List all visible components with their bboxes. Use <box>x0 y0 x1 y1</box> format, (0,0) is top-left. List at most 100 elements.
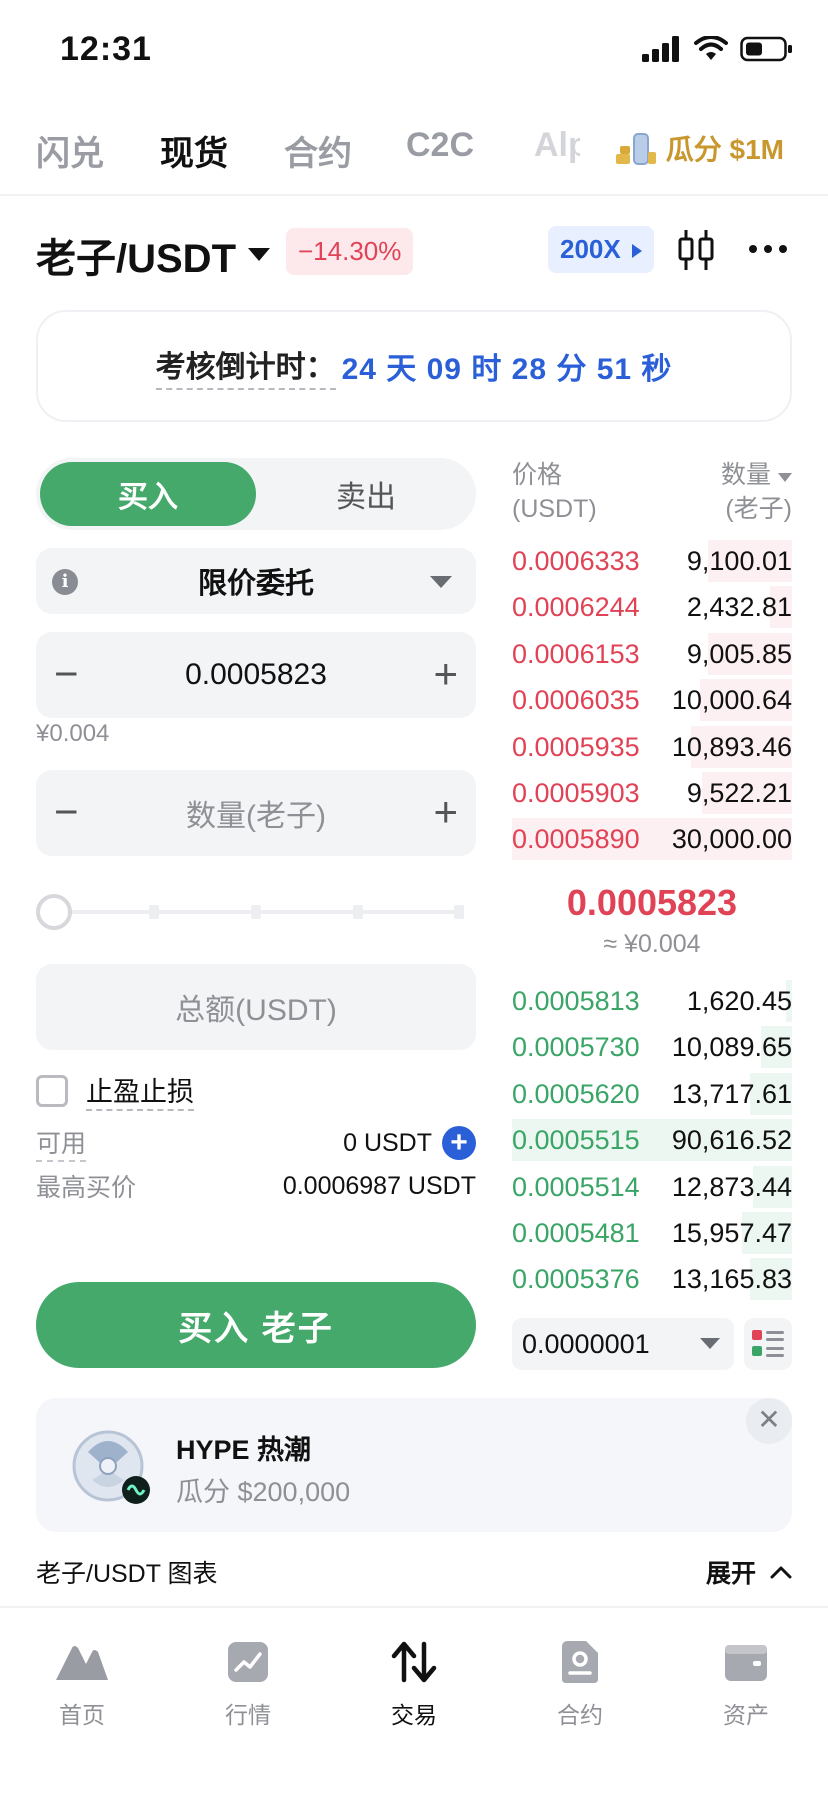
last-price: 0.0005823 <box>566 882 738 923</box>
promo-label: 瓜分 $1M <box>665 134 784 165</box>
leverage-label: 200X <box>560 234 621 264</box>
slider-handle[interactable] <box>36 894 72 930</box>
ask-row[interactable]: 0.0005935 10,893.46 <box>512 724 792 770</box>
orderbook-qty-header[interactable]: 数量 (老子) <box>721 458 792 526</box>
wifi-icon <box>694 36 728 60</box>
bid-row[interactable]: 0.0005515 90,616.52 <box>512 1117 792 1163</box>
precision-value: 0.0000001 <box>522 1328 650 1359</box>
bid-row[interactable]: 0.0005481 15,957.47 <box>512 1210 792 1256</box>
ask-row[interactable]: 0.0006035 10,000.64 <box>512 677 792 723</box>
bid-price: 0.0005620 <box>512 1078 640 1109</box>
nav-home-label: 首页 <box>59 1702 105 1728</box>
price-stepper[interactable]: − 0.0005823 + <box>36 632 476 718</box>
bid-row[interactable]: 0.0005376 13,165.83 <box>512 1256 792 1302</box>
nav-assets-label: 资产 <box>723 1702 769 1728</box>
countdown-label[interactable]: 考核倒计时： <box>155 342 336 390</box>
top-tabs: 闪兑 现货 合约 C2C Alp 瓜分 $1M <box>0 110 828 196</box>
tpsl-checkbox[interactable] <box>36 1074 68 1107</box>
assessment-countdown: 考核倒计时： 24 天 09 时 28 分 51 秒 <box>36 310 792 422</box>
ask-row[interactable]: 0.0006333 9,100.01 <box>512 538 792 584</box>
buy-submit-button[interactable]: 买入 老子 <box>36 1282 476 1368</box>
available-label: 可用 <box>36 1124 87 1162</box>
ask-quantity: 2,432.81 <box>686 592 792 623</box>
nav-trade[interactable]: 交易 <box>354 1634 474 1730</box>
tab-c2c[interactable]: C2C <box>406 126 474 165</box>
wallet-icon <box>725 1645 767 1681</box>
bid-quantity: 13,717.61 <box>671 1078 792 1109</box>
ask-row[interactable]: 0.0005903 9,522.21 <box>512 770 792 816</box>
slider-tick <box>454 905 464 919</box>
status-time: 12:31 <box>60 30 152 68</box>
bid-row[interactable]: 0.0005514 12,873.44 <box>512 1164 792 1210</box>
leverage-button[interactable]: 200X <box>548 226 654 273</box>
quantity-increment-button[interactable]: + <box>433 788 458 836</box>
ask-quantity: 9,522.21 <box>686 778 792 808</box>
deposit-plus-icon[interactable]: + <box>442 1126 476 1160</box>
qty-header-unit: (老子) <box>725 495 792 523</box>
order-type-select[interactable]: i 限价委托 <box>36 548 476 614</box>
tpsl-label: 止盈止损 <box>86 1070 194 1111</box>
ask-row[interactable]: 0.0006244 2,432.81 <box>512 584 792 630</box>
orderbook-layout-button[interactable] <box>744 1318 792 1370</box>
nav-market[interactable]: 行情 <box>188 1634 308 1730</box>
quantity-decrement-button[interactable]: − <box>54 788 79 836</box>
tab-swap[interactable]: 闪兑 <box>36 126 104 175</box>
nav-assets[interactable]: 资产 <box>686 1634 806 1730</box>
price-cny-value: ¥0.004 <box>36 720 110 747</box>
ask-quantity: 9,100.01 <box>686 546 792 576</box>
expand-button[interactable]: 展开 <box>706 1554 792 1590</box>
chart-section-header[interactable]: 老子/USDT 图表 展开 <box>36 1554 792 1590</box>
status-bar: 12:31 <box>0 0 828 100</box>
precision-select[interactable]: 0.0000001 <box>512 1318 734 1370</box>
slider-tick <box>353 905 363 919</box>
bid-price: 0.0005813 <box>512 986 640 1016</box>
ask-row[interactable]: 0.0005890 30,000.00 <box>512 816 792 862</box>
banner-title: HYPE 热潮 <box>176 1435 312 1465</box>
nav-home[interactable]: 首页 <box>22 1634 142 1730</box>
buy-tab[interactable]: 买入 <box>40 462 256 526</box>
total-input[interactable]: 总额(USDT) <box>36 964 476 1050</box>
countdown-value: 24 天 09 时 28 分 51 秒 <box>341 353 673 386</box>
nav-futures[interactable]: 合约 <box>520 1634 640 1730</box>
bid-price: 0.0005515 <box>512 1125 640 1156</box>
price-change-badge: −14.30% <box>286 228 414 275</box>
bid-row[interactable]: 0.0005620 13,717.61 <box>512 1071 792 1117</box>
bid-row[interactable]: 0.0005813 1,620.45 <box>512 978 792 1024</box>
info-icon[interactable]: i <box>52 569 78 595</box>
buy-sell-toggle: 买入 卖出 <box>36 458 476 530</box>
bid-price: 0.0005376 <box>512 1264 640 1295</box>
more-icon[interactable] <box>748 244 788 254</box>
available-row: 可用 0 USDT + <box>36 1124 476 1162</box>
expand-label: 展开 <box>705 1560 756 1588</box>
quantity-input[interactable]: 数量(老子) <box>186 791 326 835</box>
nav-trade-label: 交易 <box>391 1702 437 1728</box>
promo-link[interactable]: 瓜分 $1M <box>614 128 784 168</box>
max-buy-label: 最高买价 <box>36 1174 137 1202</box>
close-icon[interactable]: ✕ <box>746 1398 792 1444</box>
ask-row[interactable]: 0.0006153 9,005.85 <box>512 631 792 677</box>
tab-alpha[interactable]: Alp <box>534 126 580 165</box>
chevron-up-icon <box>770 1566 792 1579</box>
bid-quantity: 15,957.47 <box>671 1218 792 1248</box>
price-increment-button[interactable]: + <box>433 650 458 698</box>
bid-price: 0.0005481 <box>512 1218 640 1248</box>
quantity-stepper[interactable]: − 数量(老子) + <box>36 770 476 856</box>
bid-row[interactable]: 0.0005730 10,089.65 <box>512 1024 792 1070</box>
amount-slider[interactable] <box>36 892 466 932</box>
price-input[interactable]: 0.0005823 <box>185 658 327 692</box>
orderbook-price-header: 价格 (USDT) <box>512 458 597 526</box>
promo-banner[interactable]: HYPE 热潮 瓜分 $200,000 ✕ <box>36 1398 792 1532</box>
sell-tab[interactable]: 卖出 <box>256 458 476 530</box>
ask-price: 0.0005890 <box>512 824 640 855</box>
tab-spot[interactable]: 现货 <box>160 126 228 175</box>
bottom-nav: 首页 行情 交易 合约 资产 <box>0 1606 828 1793</box>
tab-futures[interactable]: 合约 <box>284 126 352 175</box>
price-header-unit: (USDT) <box>512 495 597 523</box>
tpsl-option[interactable]: 止盈止损 <box>36 1070 194 1111</box>
bid-quantity: 90,616.52 <box>671 1125 792 1156</box>
ask-price: 0.0005935 <box>512 731 640 762</box>
price-decrement-button[interactable]: − <box>54 650 79 698</box>
candlestick-icon[interactable] <box>676 228 716 272</box>
pair-name: 老子/USDT <box>36 237 236 281</box>
pair-selector[interactable]: 老子/USDT <box>36 226 270 284</box>
